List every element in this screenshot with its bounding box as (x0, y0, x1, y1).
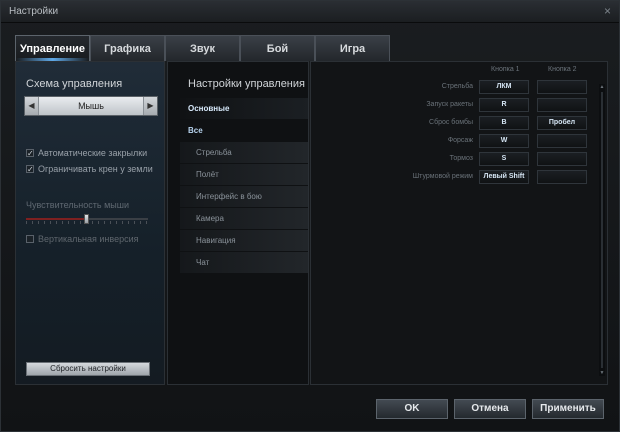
settings-window: Настройки × Управление Графика Звук Бой … (0, 0, 620, 432)
limit-bank-label: Ограничивать крен у земли (38, 164, 153, 174)
key2-field[interactable]: Пробел (537, 116, 587, 130)
slider-fill (26, 218, 87, 220)
key1-field[interactable]: Левый Shift (479, 170, 529, 184)
checkbox-box (26, 235, 34, 243)
tab-game[interactable]: Игра (315, 35, 390, 61)
key2-field[interactable] (537, 170, 587, 184)
tab-graphics[interactable]: Графика (90, 35, 165, 61)
tab-bar: Управление Графика Звук Бой Игра (15, 35, 390, 61)
invert-checkbox[interactable]: Вертикальная инверсия (26, 234, 139, 244)
auto-flaps-label: Автоматические закрылки (38, 148, 148, 158)
reset-settings-button[interactable]: Сбросить настройки (26, 362, 150, 376)
checkmark-icon: ✓ (26, 165, 34, 174)
column-header-key1: Кнопка 1 (491, 66, 520, 73)
tab-controls[interactable]: Управление (15, 35, 90, 61)
ok-button[interactable]: OK (376, 399, 448, 419)
invert-label: Вертикальная инверсия (38, 234, 139, 244)
scrollbar[interactable]: ▲ ▼ (599, 84, 605, 376)
title-bar: Настройки × (1, 1, 619, 23)
binding-action-label: Сброс бомбы (429, 119, 473, 126)
category-menu: Основные Все Стрельба Полёт Интерфейс в бою К… (180, 98, 308, 274)
sensitivity-label: Чувствительность мыши (26, 200, 129, 210)
key1-field[interactable]: ЛКМ (479, 80, 529, 94)
scroll-down-icon[interactable]: ▼ (599, 370, 605, 376)
scheme-panel: Схема управления ◀ Мышь ▶ ✓ Автоматическ… (15, 61, 165, 385)
binding-action-label: Форсаж (447, 137, 473, 144)
tab-battle[interactable]: Бой (240, 35, 315, 61)
key1-field[interactable]: B (479, 116, 529, 130)
arrow-left-icon[interactable]: ◀ (25, 97, 39, 115)
binding-row: Форсаж W (311, 134, 591, 150)
window-title: Настройки (9, 6, 59, 17)
category-item[interactable]: Полёт (180, 164, 308, 185)
scroll-track (601, 92, 603, 368)
binding-row: Сброс бомбы B Пробел (311, 116, 591, 132)
close-icon[interactable]: × (604, 4, 611, 18)
scheme-value: Мышь (78, 101, 104, 111)
binding-row: Стрельба ЛКМ (311, 80, 591, 96)
key2-field[interactable] (537, 134, 587, 148)
category-item[interactable]: Камера (180, 208, 308, 229)
arrow-right-icon[interactable]: ▶ (143, 97, 157, 115)
binding-action-label: Стрельба (441, 83, 473, 90)
tab-sound[interactable]: Звук (165, 35, 240, 61)
controls-settings-title: Настройки управления (188, 78, 305, 90)
binding-row: Тормоз S (311, 152, 591, 168)
bindings-panel: Кнопка 1 Кнопка 2 Стрельба ЛКМ Запуск раке… (310, 61, 608, 385)
auto-flaps-checkbox[interactable]: ✓ Автоматические закрылки (26, 148, 147, 158)
key1-field[interactable]: R (479, 98, 529, 112)
key2-field[interactable] (537, 152, 587, 166)
apply-button[interactable]: Применить (532, 399, 604, 419)
binding-row: Штурмовой режим Левый Shift (311, 170, 591, 186)
binding-row: Запуск ракеты R (311, 98, 591, 114)
key2-field[interactable] (537, 80, 587, 94)
key2-field[interactable] (537, 98, 587, 112)
binding-action-label: Тормоз (449, 155, 473, 162)
category-item[interactable]: Интерфейс в бою (180, 186, 308, 207)
cancel-button[interactable]: Отмена (454, 399, 526, 419)
column-header-key2: Кнопка 2 (548, 66, 577, 73)
scroll-up-icon[interactable]: ▲ (599, 84, 605, 90)
sensitivity-slider[interactable] (26, 214, 148, 224)
category-item[interactable]: Стрельба (180, 142, 308, 163)
scheme-title: Схема управления (26, 78, 123, 90)
category-item[interactable]: Чат (180, 252, 308, 273)
category-item[interactable]: Навигация (180, 230, 308, 251)
key1-field[interactable]: W (479, 134, 529, 148)
limit-bank-checkbox[interactable]: ✓ Ограничивать крен у земли (26, 164, 153, 174)
checkmark-icon: ✓ (26, 149, 34, 158)
binding-action-label: Штурмовой режим (412, 173, 473, 180)
slider-thumb[interactable] (83, 214, 89, 224)
key1-field[interactable]: S (479, 152, 529, 166)
category-item[interactable]: Основные (180, 98, 308, 119)
category-item[interactable]: Все (180, 120, 308, 141)
binding-action-label: Запуск ракеты (426, 101, 473, 108)
scheme-selector[interactable]: ◀ Мышь ▶ (24, 96, 158, 116)
category-panel: Настройки управления Основные Все Стрельба… (167, 61, 309, 385)
